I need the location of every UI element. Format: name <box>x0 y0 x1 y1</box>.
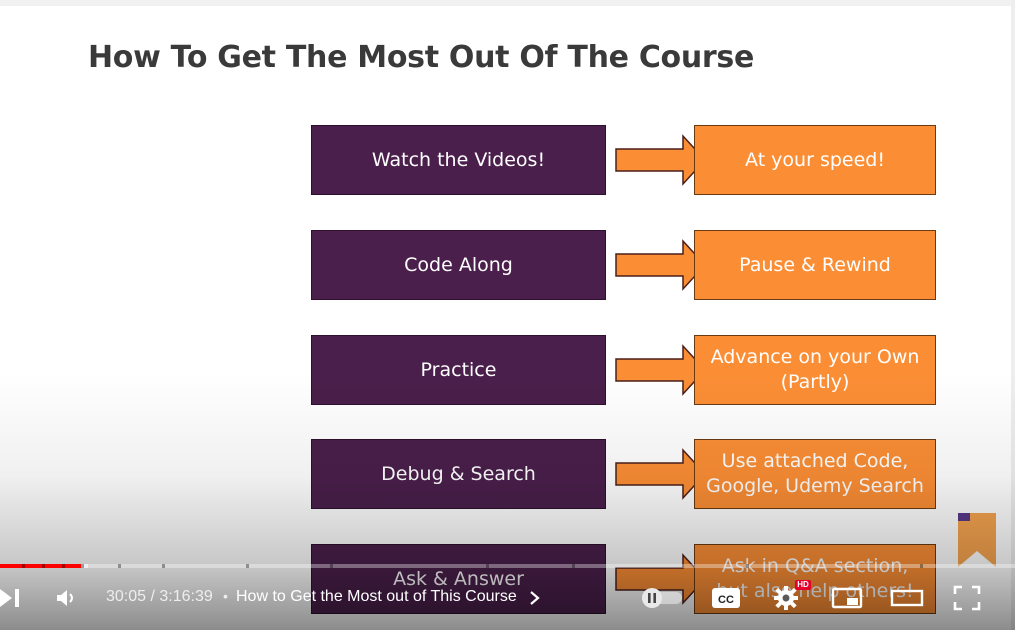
chapter-marker <box>162 564 165 568</box>
theater-mode-icon[interactable] <box>890 586 924 610</box>
chapter-marker <box>330 564 333 568</box>
chapter-marker <box>118 564 121 568</box>
chapter-title-link[interactable]: How to Get the Most out of This Course <box>236 588 517 606</box>
tip-box: Use attached Code, Google, Udemy Search <box>694 439 936 509</box>
action-box: Watch the Videos! <box>311 125 606 195</box>
chapter-marker <box>81 564 84 568</box>
slide-row: Debug & Search Use attached Code, Google,… <box>0 439 1015 509</box>
chevron-right-icon[interactable] <box>528 590 542 606</box>
chapter-marker <box>246 564 249 568</box>
slide-row: Practice Advance on your Own (Partly) <box>0 335 1015 405</box>
action-box: Practice <box>311 335 606 405</box>
chapter-marker <box>572 564 575 568</box>
slide-title: How To Get The Most Out Of The Course <box>88 40 755 75</box>
chapter-marker <box>62 564 65 568</box>
video-frame[interactable]: How To Get The Most Out Of The Course Wa… <box>0 0 1015 630</box>
cc-icon[interactable]: CC <box>711 586 741 610</box>
slide-row: Code Along Pause & Rewind <box>0 230 1015 300</box>
bookmark-icon <box>958 513 996 567</box>
progress-bar[interactable] <box>0 564 1015 568</box>
separator-dot: • <box>223 588 228 604</box>
autoplay-toggle-icon[interactable] <box>640 587 686 609</box>
volume-icon[interactable] <box>54 586 78 610</box>
progress-played <box>0 564 82 568</box>
chapter-marker <box>42 564 45 568</box>
svg-text:CC: CC <box>718 594 734 606</box>
chapter-marker <box>486 564 489 568</box>
tip-box: Advance on your Own (Partly) <box>694 335 936 405</box>
chapter-marker <box>22 564 25 568</box>
chapter-marker <box>746 564 749 568</box>
tip-box: Pause & Rewind <box>694 230 936 300</box>
action-box: Code Along <box>311 230 606 300</box>
fullscreen-icon[interactable] <box>953 585 981 611</box>
right-edge <box>1011 0 1015 630</box>
top-edge <box>0 0 1015 6</box>
time-display: 30:05 / 3:16:39 <box>106 588 213 605</box>
hd-badge: HD <box>795 580 811 590</box>
action-box: Debug & Search <box>311 439 606 509</box>
tip-box: At your speed! <box>694 125 936 195</box>
next-icon[interactable] <box>0 586 24 610</box>
chapter-marker <box>920 564 923 568</box>
miniplayer-icon[interactable] <box>831 586 863 610</box>
slide-row: Watch the Videos! At your speed! <box>0 125 1015 195</box>
